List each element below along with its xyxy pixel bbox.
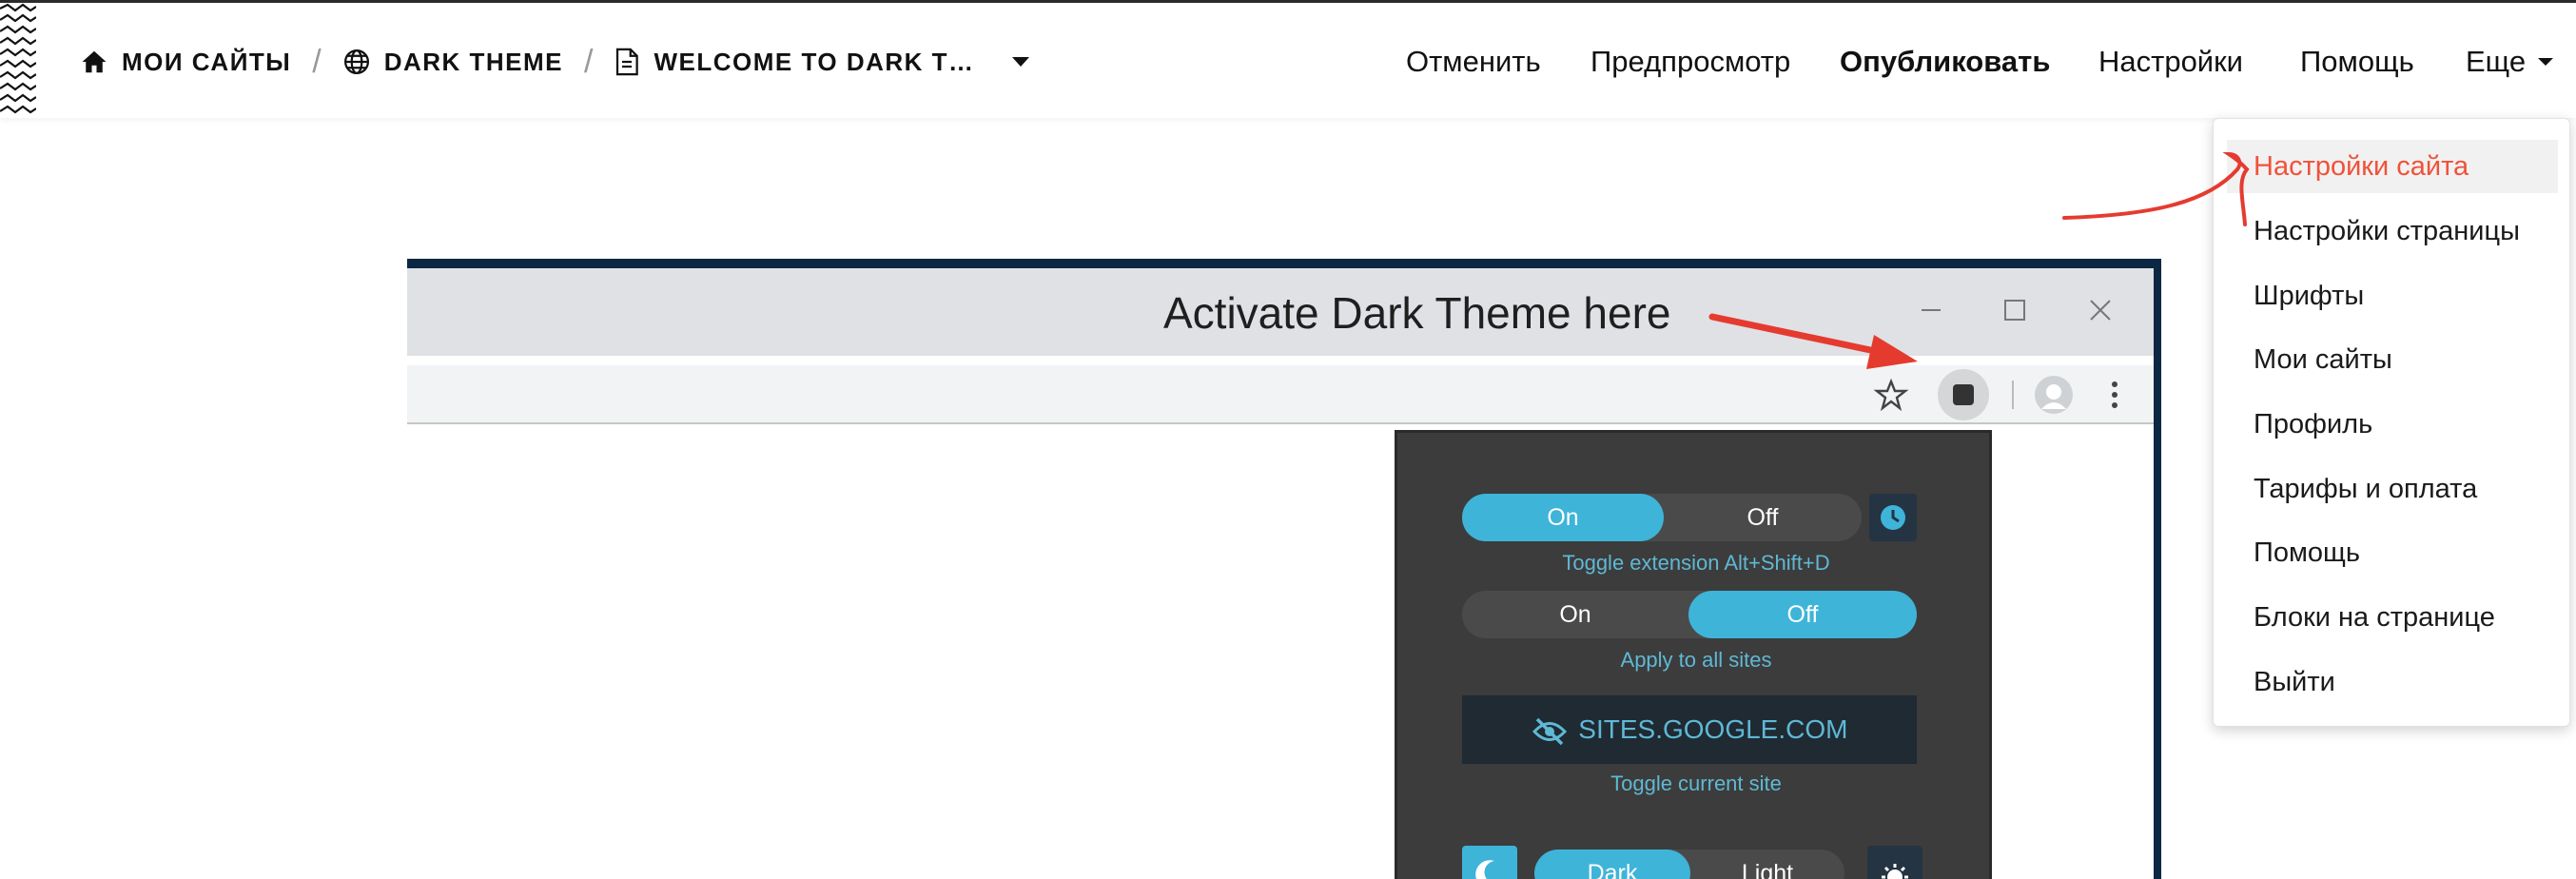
current-site-label: SITES.GOOGLE.COM (1578, 714, 1848, 744)
kebab-menu-icon (2112, 381, 2117, 408)
more-button[interactable]: Еще (2466, 39, 2554, 85)
moon-icon (1475, 860, 1494, 879)
clock-icon (1881, 505, 1905, 530)
chevron-down-icon (2538, 58, 2554, 66)
current-site-hint: Toggle current site (1610, 772, 1782, 795)
browser-titlebar: Activate Dark Theme here (407, 268, 2154, 356)
publish-button[interactable]: Опубликовать (1840, 39, 2050, 85)
extension-icon (1938, 369, 1989, 420)
toggle-extension-off: Off (1747, 504, 1779, 531)
more-label: Еще (2466, 45, 2527, 78)
browser-window: Activate Dark Theme here On Off Toggle e… (407, 268, 2154, 879)
toggle-all-sites-off: Off (1688, 591, 1917, 638)
close-icon (2090, 300, 2111, 321)
theme-toggle: Dark Light (1534, 850, 1844, 879)
more-dropdown-menu: Настройки сайта Настройки страницы Шрифт… (2213, 118, 2570, 727)
eye-slash-icon (1532, 717, 1567, 745)
toggle-extension-hint: Toggle extension Alt+Shift+D (1562, 551, 1830, 575)
help-button[interactable]: Помощь (2300, 39, 2414, 85)
menu-item-plans-billing[interactable]: Тарифы и оплата (2227, 462, 2558, 516)
toggle-extension-on: On (1462, 494, 1664, 541)
dark-mode-button (1462, 846, 1517, 879)
menu-item-fonts[interactable]: Шрифты (2227, 269, 2558, 322)
minimize-icon (1922, 309, 1941, 311)
cancel-button[interactable]: Отменить (1406, 39, 1541, 85)
theme-light: Light (1741, 860, 1794, 879)
menu-item-help[interactable]: Помощь (2227, 526, 2558, 579)
menu-item-my-sites[interactable]: Мои сайты (2227, 333, 2558, 386)
theme-dark: Dark (1534, 850, 1690, 879)
current-site-button: SITES.GOOGLE.COM (1462, 695, 1917, 764)
browser-toolbar (407, 365, 2154, 424)
all-sites-hint: Apply to all sites (1620, 648, 1772, 672)
menu-item-site-settings[interactable]: Настройки сайта (2227, 140, 2558, 193)
extension-popup: On Off Toggle extension Alt+Shift+D On O… (1395, 430, 1992, 879)
embedded-screenshot: Activate Dark Theme here On Off Toggle e… (407, 259, 2161, 879)
top-bar: МОИ САЙТЫ / DARK THEME / WELCOME TO DARK… (0, 0, 2576, 118)
light-mode-button (1867, 846, 1922, 879)
menu-item-profile[interactable]: Профиль (2227, 398, 2558, 451)
menu-item-page-settings[interactable]: Настройки страницы (2227, 205, 2558, 258)
top-nav: Отменить Предпросмотр Опубликовать Настр… (0, 39, 2576, 85)
toolbar-divider (2012, 381, 2014, 409)
preview-button[interactable]: Предпросмотр (1590, 39, 1790, 85)
menu-item-page-blocks[interactable]: Блоки на странице (2227, 591, 2558, 644)
toggle-all-sites-on: On (1559, 601, 1591, 628)
annotation-text: Activate Dark Theme here (1163, 288, 1671, 338)
profile-avatar-icon (2035, 376, 2073, 414)
schedule-button (1869, 494, 1917, 541)
maximize-icon (2004, 300, 2025, 321)
settings-button[interactable]: Настройки (2098, 39, 2243, 85)
sun-icon (1882, 864, 1908, 879)
all-sites-toggle: On Off (1462, 591, 1917, 638)
menu-item-logout[interactable]: Выйти (2227, 655, 2558, 709)
star-icon (1873, 378, 1909, 412)
extension-toggle: On Off (1462, 494, 1862, 541)
